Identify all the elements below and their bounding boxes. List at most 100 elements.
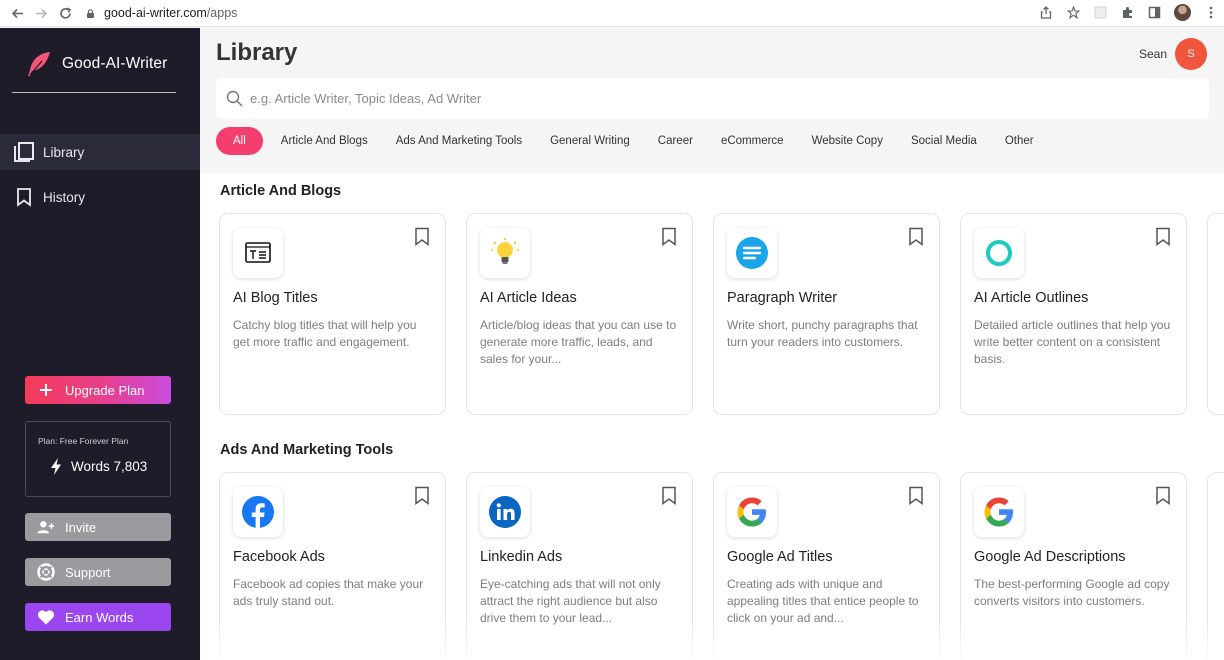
bookmark-icon[interactable] — [1155, 486, 1171, 505]
bookmark-icon — [13, 186, 35, 208]
bookmark-icon[interactable] — [908, 486, 924, 505]
url-host: good-ai-writer.com — [104, 6, 207, 20]
card-title: Linkedin Ads — [480, 549, 563, 565]
app-card-ai-article-outlines[interactable]: AI Article Outlines Detailed article out… — [960, 213, 1187, 415]
plan-label: Plan: Free Forever Plan — [38, 436, 129, 446]
filter-website-copy[interactable]: Website Copy — [812, 127, 883, 155]
words-counter: Words 7,803 — [50, 458, 147, 475]
brand[interactable]: Good-AI-Writer — [25, 50, 167, 78]
app-card-partial[interactable] — [1207, 213, 1224, 415]
card-title: AI Article Ideas — [480, 290, 577, 306]
lock-icon — [87, 8, 94, 18]
invite-button[interactable]: Invite — [25, 513, 171, 541]
support-button[interactable]: Support — [25, 558, 171, 586]
user-menu[interactable]: Sean S — [1139, 38, 1207, 70]
filter-general-writing[interactable]: General Writing — [550, 127, 630, 155]
search-icon — [226, 90, 243, 107]
card-description: Detailed article outlines that help you … — [974, 318, 1171, 366]
card-description: Facebook ad copies that make your ads tr… — [233, 577, 424, 608]
profile-avatar-icon[interactable] — [1174, 4, 1191, 21]
bookmark-icon[interactable] — [661, 227, 677, 246]
address-bar[interactable]: good-ai-writer.com/apps — [86, 3, 1086, 23]
upgrade-plan-button[interactable]: Upgrade Plan — [25, 376, 171, 404]
lightning-icon — [51, 458, 61, 475]
feather-logo-icon — [28, 52, 50, 76]
sidebar-item-label: Library — [43, 144, 85, 160]
reload-icon[interactable] — [58, 6, 72, 20]
avatar[interactable]: S — [1175, 38, 1207, 70]
url-text: good-ai-writer.com/apps — [104, 6, 237, 20]
plus-icon — [37, 381, 55, 399]
kebab-menu-icon[interactable] — [1204, 6, 1218, 20]
filter-ecommerce[interactable]: eCommerce — [721, 127, 784, 155]
browser-toolbar: good-ai-writer.com/apps — [0, 0, 1224, 27]
bookmark-icon[interactable] — [908, 227, 924, 246]
search-input[interactable] — [250, 91, 1209, 106]
header-area: Library Sean S All Article And Blogs Ads… — [200, 28, 1224, 173]
card-title: AI Article Outlines — [974, 290, 1089, 306]
filter-career[interactable]: Career — [658, 127, 693, 155]
bookmark-icon[interactable] — [414, 486, 430, 505]
card-description: The best-performing Google ad copy conve… — [974, 577, 1170, 608]
section-title: Article And Blogs — [220, 183, 342, 199]
filter-social-media[interactable]: Social Media — [911, 127, 977, 155]
card-description: Write short, punchy paragraphs that turn… — [727, 318, 918, 349]
heart-icon — [37, 608, 55, 626]
main-area: Library Sean S All Article And Blogs Ads… — [200, 28, 1224, 660]
filter-other[interactable]: Other — [1005, 127, 1034, 155]
card-title: Paragraph Writer — [727, 290, 838, 306]
bookmark-icon[interactable] — [414, 227, 430, 246]
puzzle-icon[interactable] — [1120, 6, 1134, 20]
sidebar-item-history[interactable]: History — [0, 179, 200, 215]
filter-article-and-blogs[interactable]: Article And Blogs — [281, 127, 368, 155]
blog-title-icon — [233, 228, 283, 278]
library-icon — [13, 141, 35, 163]
sidepanel-icon[interactable] — [1147, 6, 1161, 20]
google-icon — [727, 487, 777, 537]
brand-name: Good-AI-Writer — [62, 55, 168, 72]
back-icon[interactable] — [10, 6, 24, 20]
sidebar-item-library[interactable]: Library — [0, 134, 200, 170]
outline-ring-icon — [974, 228, 1024, 278]
category-filters: All Article And Blogs Ads And Marketing … — [216, 127, 1062, 155]
card-title: Facebook Ads — [233, 549, 325, 565]
page-title: Library — [216, 39, 298, 66]
sidebar: Good-AI-Writer Library History Upgrade P… — [0, 28, 200, 660]
card-title: AI Blog Titles — [233, 290, 318, 306]
extension-tile-icon[interactable] — [1093, 6, 1107, 20]
lifebuoy-icon — [37, 563, 55, 581]
app-card-ai-article-ideas[interactable]: AI Article Ideas Article/blog ideas that… — [466, 213, 693, 415]
filter-all[interactable]: All — [216, 127, 263, 155]
words-count: Words 7,803 — [71, 459, 148, 474]
app-card-ai-blog-titles[interactable]: AI Blog Titles Catchy blog titles that w… — [219, 213, 446, 415]
app-card-paragraph-writer[interactable]: Paragraph Writer Write short, punchy par… — [713, 213, 940, 415]
paragraph-icon — [727, 228, 777, 278]
card-description: Catchy blog titles that will help you ge… — [233, 318, 417, 349]
card-description: Article/blog ideas that you can use to g… — [480, 318, 677, 366]
bookmark-icon[interactable] — [661, 486, 677, 505]
search-bar — [216, 78, 1209, 119]
upgrade-plan-label: Upgrade Plan — [65, 382, 145, 398]
lightbulb-icon — [480, 228, 530, 278]
library-content: Article And Blogs AI Blog Titles Catchy … — [200, 173, 1224, 660]
star-icon[interactable] — [1066, 6, 1080, 20]
card-title: Google Ad Descriptions — [974, 549, 1126, 565]
url-path: /apps — [206, 6, 238, 20]
sidebar-item-label: History — [43, 189, 86, 205]
earn-words-label: Earn Words — [65, 609, 134, 625]
facebook-icon — [233, 487, 283, 537]
earn-words-button[interactable]: Earn Words — [25, 603, 171, 631]
google-icon — [974, 487, 1024, 537]
share-icon[interactable] — [1039, 6, 1053, 20]
filter-ads-and-marketing[interactable]: Ads And Marketing Tools — [396, 127, 522, 155]
forward-icon[interactable] — [34, 6, 48, 20]
linkedin-icon — [480, 487, 530, 537]
add-user-icon — [37, 518, 55, 536]
user-name: Sean — [1138, 47, 1167, 61]
plan-box: Plan: Free Forever Plan Words 7,803 — [25, 421, 171, 497]
bookmark-icon[interactable] — [1155, 227, 1171, 246]
invite-label: Invite — [65, 519, 97, 535]
section-title: Ads And Marketing Tools — [220, 442, 394, 458]
card-title: Google Ad Titles — [727, 549, 833, 565]
support-label: Support — [65, 564, 111, 580]
